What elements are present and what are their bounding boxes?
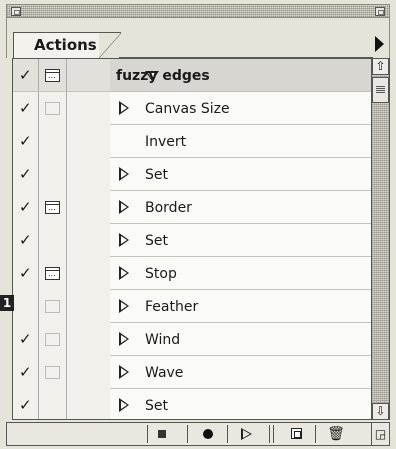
scroll-down-arrow-icon[interactable]: ⇩ (372, 403, 389, 420)
dialog-toggle-icon[interactable] (45, 201, 60, 214)
play-icon (240, 428, 252, 440)
new-action-button[interactable] (283, 425, 309, 443)
dialog-toggle-icon[interactable] (45, 366, 60, 379)
action-set-name: fuzzy edges (116, 68, 210, 84)
action-row[interactable]: ✓ Border (13, 191, 371, 224)
dialog-toggle-icon[interactable] (45, 69, 60, 82)
action-label: Feather (145, 299, 199, 315)
toggle-check-icon[interactable]: ✓ (19, 99, 32, 117)
expand-triangle-icon[interactable] (119, 398, 129, 412)
tab-actions[interactable]: Actions (13, 32, 103, 58)
action-label: Canvas Size (145, 101, 230, 117)
action-row[interactable]: ✓ Canvas Size (13, 92, 371, 125)
action-label: Set (145, 398, 168, 414)
action-label: Stop (145, 266, 177, 282)
action-label: Border (145, 200, 192, 216)
expand-triangle-icon[interactable] (119, 266, 129, 280)
expand-triangle-icon[interactable] (119, 101, 129, 115)
record-button[interactable] (195, 425, 221, 443)
toggle-check-icon[interactable]: ✓ (19, 264, 32, 282)
new-action-icon (290, 428, 302, 439)
action-label: Set (145, 167, 168, 183)
toggle-check-icon[interactable]: ✓ (19, 132, 32, 150)
action-row[interactable]: ✓ Set (13, 389, 371, 419)
close-box[interactable] (11, 7, 21, 16)
action-label: Wave (145, 365, 184, 381)
delete-button[interactable]: 🗑 (323, 425, 349, 443)
dialog-toggle-icon[interactable] (45, 333, 60, 346)
expand-triangle-icon[interactable] (119, 167, 129, 181)
action-row[interactable]: ✓ Set (13, 158, 371, 191)
vertical-scrollbar[interactable]: ⇧ ⇩ (372, 58, 390, 420)
expand-triangle-icon[interactable] (119, 365, 129, 379)
expand-triangle-icon[interactable] (119, 200, 129, 214)
action-set-row[interactable]: ✓ fuzzy edges (13, 59, 371, 92)
stop-button[interactable] (149, 425, 175, 443)
resize-grow-box[interactable]: ◲ (371, 423, 389, 445)
action-row[interactable]: ✓ Wind (13, 323, 371, 356)
action-row[interactable]: ✓ Wave (13, 356, 371, 389)
action-label: Wind (145, 332, 181, 348)
action-row[interactable]: ✓ Invert (13, 125, 371, 158)
action-row[interactable]: Feather (13, 290, 371, 323)
toggle-check-icon[interactable]: ✓ (19, 198, 32, 216)
play-button[interactable] (233, 425, 259, 443)
actions-toolbar: 🗑 ◲ (6, 422, 390, 446)
action-row[interactable]: ✓ Set (13, 224, 371, 257)
palette-title-bar[interactable] (6, 4, 390, 18)
tab-strip: Actions (6, 18, 390, 58)
toggle-check-icon[interactable]: ✓ (19, 231, 32, 249)
zoom-box[interactable] (375, 7, 385, 16)
dialog-toggle-icon[interactable] (45, 300, 60, 313)
expand-triangle-icon[interactable] (119, 332, 129, 346)
record-icon (203, 429, 213, 439)
palette-menu-arrow-icon[interactable] (373, 36, 385, 52)
toggle-check-icon[interactable]: ✓ (19, 66, 32, 84)
dialog-toggle-icon[interactable] (45, 267, 60, 280)
scroll-thumb[interactable] (372, 77, 389, 103)
toggle-check-icon[interactable]: ✓ (19, 396, 32, 414)
actions-list: ✓ fuzzy edges ✓ Canvas Size ✓ Invert ✓ S… (12, 58, 372, 420)
action-row[interactable]: ✓ Stop (13, 257, 371, 290)
action-label: Invert (145, 134, 187, 150)
stop-icon (158, 430, 166, 438)
callout-number: 1 (0, 295, 14, 311)
toggle-check-icon[interactable]: ✓ (19, 330, 32, 348)
expand-triangle-icon[interactable] (119, 299, 129, 313)
expand-triangle-icon[interactable] (119, 233, 129, 247)
action-label: Set (145, 233, 168, 249)
toggle-check-icon[interactable]: ✓ (19, 363, 32, 381)
trash-icon: 🗑 (327, 426, 345, 442)
scroll-up-arrow-icon[interactable]: ⇧ (372, 58, 389, 75)
tab-edge (99, 32, 121, 58)
dialog-toggle-icon[interactable] (45, 102, 60, 115)
toggle-check-icon[interactable]: ✓ (19, 165, 32, 183)
